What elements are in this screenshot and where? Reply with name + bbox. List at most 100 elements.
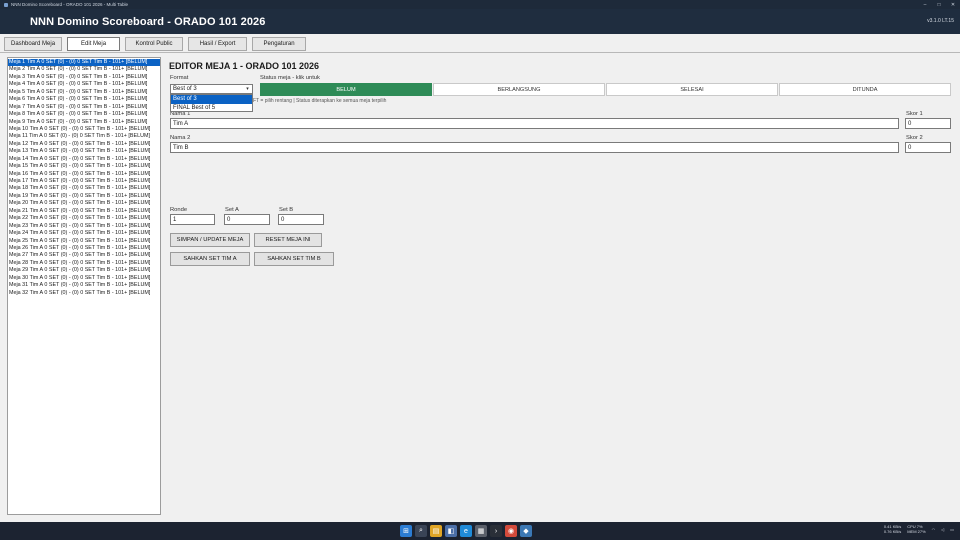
window-controls: – □ ✕ bbox=[918, 0, 960, 9]
seta-label: Set A bbox=[225, 207, 239, 213]
app-title: NNN Domino Scoreboard - ORADO 101 2026 bbox=[30, 16, 266, 28]
python-icon[interactable]: ◆ bbox=[520, 525, 532, 537]
net-down: 0.76 KB/s bbox=[883, 529, 902, 534]
ronde-label: Ronde bbox=[170, 207, 188, 213]
sahkan-set-tim-a-button[interactable]: SAHKAN SET TIM A bbox=[170, 252, 250, 266]
meja-list-item[interactable]: Meja 32 Tim A 0 SET (0) - (0) 0 SET Tim … bbox=[8, 290, 160, 297]
tab-kontrol-public[interactable]: Kontrol Public bbox=[125, 37, 184, 51]
edge-icon[interactable]: e bbox=[460, 525, 472, 537]
setb-input[interactable]: 0 bbox=[278, 214, 324, 225]
status-label: Status meja - klik untuk bbox=[260, 75, 320, 81]
meja-list-item[interactable]: Meja 10 Tim A 0 SET (0) - (0) 0 SET Tim … bbox=[8, 126, 160, 133]
windows-icon[interactable]: ⊞ bbox=[400, 525, 412, 537]
search-icon[interactable]: ⌕ bbox=[415, 525, 427, 537]
setb-label: Set B bbox=[279, 207, 294, 213]
reset-meja-button[interactable]: RESET MEJA INI bbox=[254, 233, 322, 247]
meja-list-item[interactable]: Meja 20 Tim A 0 SET (0) - (0) 0 SET Tim … bbox=[8, 200, 160, 207]
status-hint: FT = pilih rentang | Status diterapkan k… bbox=[253, 98, 387, 104]
format-select[interactable]: Best of 3 ▾ bbox=[170, 84, 253, 94]
network-speed: 0.41 KB/s 0.76 KB/s bbox=[884, 524, 901, 534]
meja-list-item[interactable]: Meja 28 Tim A 0 SET (0) - (0) 0 SET Tim … bbox=[8, 260, 160, 267]
meja-list-item[interactable]: Meja 27 Tim A 0 SET (0) - (0) 0 SET Tim … bbox=[8, 252, 160, 259]
taskbar: ⊞ ⌕ ▤ ◧ e ▦ › ◉ ◆ 0.41 KB/s 0.76 KB/s CP… bbox=[0, 522, 960, 540]
volume-icon[interactable]: ◁ bbox=[941, 527, 944, 532]
meja-list-item[interactable]: Meja 31 Tim A 0 SET (0) - (0) 0 SET Tim … bbox=[8, 282, 160, 289]
meja-list-item[interactable]: Meja 18 Tim A 0 SET (0) - (0) 0 SET Tim … bbox=[8, 185, 160, 192]
app-icon bbox=[4, 2, 8, 7]
explorer-icon[interactable]: ▤ bbox=[430, 525, 442, 537]
meja-list-item[interactable]: Meja 3 Tim A 0 SET (0) - (0) 0 SET Tim B… bbox=[8, 74, 160, 81]
meja-list-item[interactable]: Meja 16 Tim A 0 SET (0) - (0) 0 SET Tim … bbox=[8, 171, 160, 178]
meja-list-item[interactable]: Meja 1 Tim A 0 SET (0) - (0) 0 SET Tim B… bbox=[8, 59, 160, 67]
wifi-icon[interactable]: ◠ bbox=[932, 527, 936, 532]
status-berlangsung-button[interactable]: BERLANGSUNG bbox=[433, 83, 605, 96]
meja-list-item[interactable]: Meja 5 Tim A 0 SET (0) - (0) 0 SET Tim B… bbox=[8, 89, 160, 96]
nama1-input[interactable]: Tim A bbox=[170, 118, 899, 129]
taskbar-icons: ⊞ ⌕ ▤ ◧ e ▦ › ◉ ◆ bbox=[400, 525, 532, 537]
meja-list-item[interactable]: Meja 19 Tim A 0 SET (0) - (0) 0 SET Tim … bbox=[8, 193, 160, 200]
meja-list-item[interactable]: Meja 26 Tim A 0 SET (0) - (0) 0 SET Tim … bbox=[8, 245, 160, 252]
ronde-input[interactable]: 1 bbox=[170, 214, 215, 225]
mem-usage: MEM 27% bbox=[907, 529, 926, 534]
meja-listbox[interactable]: Meja 1 Tim A 0 SET (0) - (0) 0 SET Tim B… bbox=[7, 57, 161, 515]
app-icon[interactable]: ◧ bbox=[445, 525, 457, 537]
meja-list-item[interactable]: Meja 17 Tim A 0 SET (0) - (0) 0 SET Tim … bbox=[8, 178, 160, 185]
nama2-input[interactable]: Tim B bbox=[170, 142, 899, 153]
tab-divider bbox=[0, 52, 960, 53]
meja-list-item[interactable]: Meja 4 Tim A 0 SET (0) - (0) 0 SET Tim B… bbox=[8, 81, 160, 88]
skor2-label: Skor 2 bbox=[906, 135, 923, 141]
skor1-label: Skor 1 bbox=[906, 111, 923, 117]
minimize-icon[interactable]: – bbox=[918, 0, 932, 9]
tab-bar: Dashboard Meja Edit Meja Kontrol Public … bbox=[4, 37, 307, 52]
seta-input[interactable]: 0 bbox=[224, 214, 270, 225]
store-icon[interactable]: ▦ bbox=[475, 525, 487, 537]
meja-list-item[interactable]: Meja 15 Tim A 0 SET (0) - (0) 0 SET Tim … bbox=[8, 163, 160, 170]
tab-pengaturan[interactable]: Pengaturan bbox=[252, 37, 307, 51]
version-label: v3.1.0 LT.15 bbox=[927, 18, 954, 24]
meja-list-item[interactable]: Meja 6 Tim A 0 SET (0) - (0) 0 SET Tim B… bbox=[8, 96, 160, 103]
nama2-label: Nama 2 bbox=[170, 135, 191, 141]
system-tray: 0.41 KB/s 0.76 KB/s CPU 7% MEM 27% ◠ ◁ ▭ bbox=[884, 524, 954, 534]
meja-list-item[interactable]: Meja 2 Tim A 0 SET (0) - (0) 0 SET Tim B… bbox=[8, 66, 160, 73]
meja-list-item[interactable]: Meja 25 Tim A 0 SET (0) - (0) 0 SET Tim … bbox=[8, 238, 160, 245]
chevron-down-icon[interactable]: ▾ bbox=[244, 85, 251, 93]
meja-list-item[interactable]: Meja 29 Tim A 0 SET (0) - (0) 0 SET Tim … bbox=[8, 267, 160, 274]
tab-edit-meja[interactable]: Edit Meja bbox=[67, 37, 121, 51]
status-ditunda-button[interactable]: DITUNDA bbox=[779, 83, 951, 96]
close-icon[interactable]: ✕ bbox=[946, 0, 960, 9]
maximize-icon[interactable]: □ bbox=[932, 0, 946, 9]
meja-list-item[interactable]: Meja 12 Tim A 0 SET (0) - (0) 0 SET Tim … bbox=[8, 141, 160, 148]
sahkan-set-tim-b-button[interactable]: SAHKAN SET TIM B bbox=[254, 252, 334, 266]
skor2-input[interactable]: 0 bbox=[905, 142, 951, 153]
skor1-input[interactable]: 0 bbox=[905, 118, 951, 129]
editor-title: EDITOR MEJA 1 - ORADO 101 2026 bbox=[169, 61, 320, 71]
window-title-bar: NNN Domino Scoreboard - ORADO 101 2026 -… bbox=[0, 0, 960, 9]
simpan-update-meja-button[interactable]: SIMPAN / UPDATE MEJA bbox=[170, 233, 250, 247]
format-option-best-of-3[interactable]: Best of 3 bbox=[171, 95, 252, 104]
terminal-icon[interactable]: › bbox=[490, 525, 502, 537]
battery-icon[interactable]: ▭ bbox=[950, 527, 954, 532]
tab-dashboard-meja[interactable]: Dashboard Meja bbox=[4, 37, 63, 51]
format-option-final-best-of-5[interactable]: FINAL Best of 5 bbox=[171, 104, 252, 113]
format-label: Format bbox=[170, 75, 189, 81]
app-header: NNN Domino Scoreboard - ORADO 101 2026 v… bbox=[0, 9, 960, 34]
tab-hasil-export[interactable]: Hasil / Export bbox=[188, 37, 248, 51]
meja-list-item[interactable]: Meja 21 Tim A 0 SET (0) - (0) 0 SET Tim … bbox=[8, 208, 160, 215]
window-title: NNN Domino Scoreboard - ORADO 101 2026 -… bbox=[11, 2, 128, 7]
meja-list-item[interactable]: Meja 30 Tim A 0 SET (0) - (0) 0 SET Tim … bbox=[8, 275, 160, 282]
meja-list-item[interactable]: Meja 13 Tim A 0 SET (0) - (0) 0 SET Tim … bbox=[8, 148, 160, 155]
meja-list-item[interactable]: Meja 7 Tim A 0 SET (0) - (0) 0 SET Tim B… bbox=[8, 104, 160, 111]
meja-list-item[interactable]: Meja 11 Tim A 0 SET (0) - (0) 0 SET Tim … bbox=[8, 133, 160, 140]
chrome-icon[interactable]: ◉ bbox=[505, 525, 517, 537]
status-belum-button[interactable]: BELUM bbox=[260, 83, 432, 96]
status-selesai-button[interactable]: SELESAI bbox=[606, 83, 778, 96]
meja-list-item[interactable]: Meja 22 Tim A 0 SET (0) - (0) 0 SET Tim … bbox=[8, 215, 160, 222]
meja-list-item[interactable]: Meja 8 Tim A 0 SET (0) - (0) 0 SET Tim B… bbox=[8, 111, 160, 118]
format-select-value: Best of 3 bbox=[173, 86, 197, 92]
meja-list-item[interactable]: Meja 23 Tim A 0 SET (0) - (0) 0 SET Tim … bbox=[8, 223, 160, 230]
format-dropdown-list: Best of 3 FINAL Best of 5 bbox=[170, 94, 253, 112]
meja-list-item[interactable]: Meja 9 Tim A 0 SET (0) - (0) 0 SET Tim B… bbox=[8, 119, 160, 126]
resource-usage: CPU 7% MEM 27% bbox=[907, 524, 925, 534]
meja-list-item[interactable]: Meja 24 Tim A 0 SET (0) - (0) 0 SET Tim … bbox=[8, 230, 160, 237]
meja-list-item[interactable]: Meja 14 Tim A 0 SET (0) - (0) 0 SET Tim … bbox=[8, 156, 160, 163]
